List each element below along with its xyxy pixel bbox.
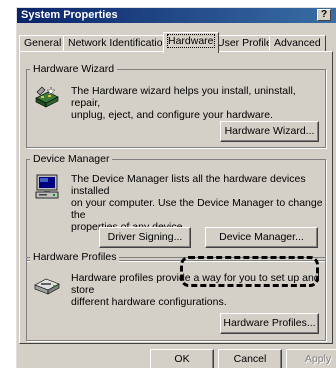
apply-button[interactable]: Apply (286, 349, 336, 368)
driver-signing-button[interactable]: Driver Signing... (99, 227, 191, 248)
cancel-button[interactable]: Cancel (218, 349, 282, 368)
computer-icon (35, 174, 59, 199)
hardware-profiles-icon (34, 278, 60, 295)
hardware-wizard-group: Hardware Wizard The Hardware wizard help… (26, 62, 326, 148)
title-bar[interactable]: System Properties ? (17, 8, 336, 23)
hardware-wizard-button[interactable]: Hardware Wizard... (220, 121, 319, 142)
tab-strip: General Network Identification Hardware … (19, 32, 335, 53)
device-manager-group: Device Manager The Device Manager lists … (26, 152, 326, 261)
device-manager-button[interactable]: Device Manager... (205, 227, 318, 248)
hardware-tab-panel: Hardware Wizard The Hardware wizard help… (19, 51, 333, 344)
hardware-wizard-description: The Hardware wizard helps you install, u… (71, 85, 296, 121)
system-properties-window: System Properties ? General Network Iden… (16, 7, 336, 368)
tab-network-identification[interactable]: Network Identification (63, 35, 174, 52)
tab-general[interactable]: General (19, 35, 67, 52)
hardware-profiles-group-title: Hardware Profiles (30, 250, 120, 264)
tab-hardware[interactable]: Hardware (163, 32, 219, 53)
device-manager-description: The Device Manager lists all the hardwar… (71, 173, 323, 233)
hardware-wizard-group-title: Hardware Wizard (30, 62, 118, 76)
help-button[interactable]: ? (317, 9, 331, 21)
device-manager-group-title: Device Manager (30, 152, 113, 166)
hardware-wizard-icon (35, 86, 59, 108)
ok-button[interactable]: OK (150, 349, 214, 368)
window-title: System Properties (21, 9, 118, 21)
hardware-profiles-button[interactable]: Hardware Profiles... (220, 313, 319, 334)
tab-advanced[interactable]: Advanced (269, 35, 326, 52)
device-manager-highlight (180, 256, 319, 287)
